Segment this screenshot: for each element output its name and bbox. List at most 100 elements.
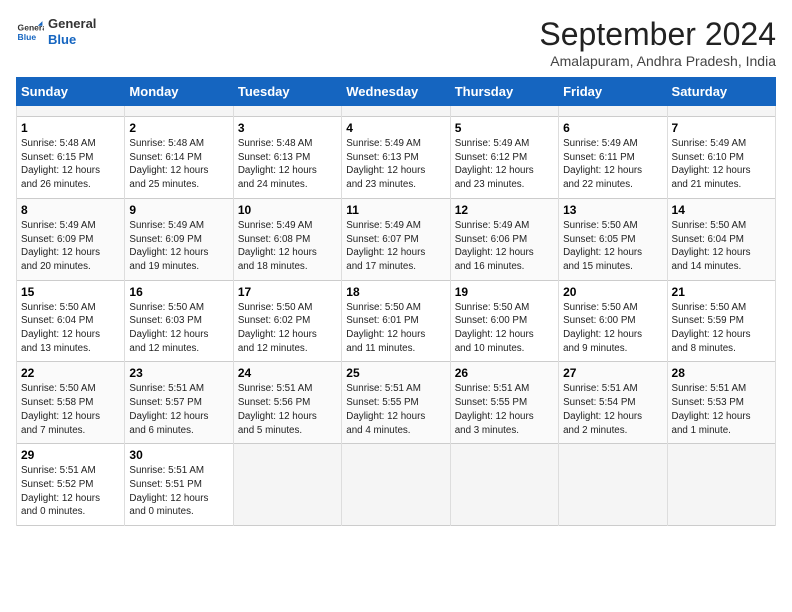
day-detail: Sunrise: 5:49 AM Sunset: 6:08 PM Dayligh… (238, 219, 337, 274)
day-number: 21 (672, 285, 771, 299)
calendar-week-4: 22 Sunrise: 5:50 AM Sunset: 5:58 PM Dayli… (17, 362, 776, 444)
calendar-cell: 14Sunrise: 5:50 AM Sunset: 6:04 PM Dayli… (667, 198, 775, 280)
page-header: General Blue General Blue September 2024… (16, 16, 776, 69)
calendar-subtitle: Amalapuram, Andhra Pradesh, India (539, 53, 776, 69)
day-number: 2 (129, 121, 228, 135)
day-detail: Sunrise: 5:51 AM Sunset: 5:55 PM Dayligh… (455, 382, 554, 437)
calendar-header: SundayMondayTuesdayWednesdayThursdayFrid… (17, 78, 776, 106)
day-detail: Sunrise: 5:50 AM Sunset: 6:02 PM Dayligh… (238, 301, 337, 356)
day-number: 9 (129, 203, 228, 217)
day-detail: Sunrise: 5:50 AM Sunset: 5:58 PM Dayligh… (21, 382, 120, 437)
calendar-cell: 17 Sunrise: 5:50 AM Sunset: 6:02 PM Dayli… (233, 280, 341, 362)
day-number: 22 (21, 366, 120, 380)
day-detail: Sunrise: 5:51 AM Sunset: 5:54 PM Dayligh… (563, 382, 662, 437)
calendar-cell: 29Sunrise: 5:51 AM Sunset: 5:52 PM Dayli… (17, 444, 125, 526)
day-detail: Sunrise: 5:50 AM Sunset: 6:01 PM Dayligh… (346, 301, 445, 356)
day-number: 13 (563, 203, 662, 217)
day-detail: Sunrise: 5:49 AM Sunset: 6:12 PM Dayligh… (455, 137, 554, 192)
col-header-thursday: Thursday (450, 78, 558, 106)
day-detail: Sunrise: 5:50 AM Sunset: 5:59 PM Dayligh… (672, 301, 771, 356)
calendar-cell (667, 444, 775, 526)
title-block: September 2024 Amalapuram, Andhra Prades… (539, 16, 776, 69)
day-detail: Sunrise: 5:51 AM Sunset: 5:53 PM Dayligh… (672, 382, 771, 437)
day-number: 23 (129, 366, 228, 380)
day-detail: Sunrise: 5:50 AM Sunset: 6:05 PM Dayligh… (563, 219, 662, 274)
calendar-cell: 27Sunrise: 5:51 AM Sunset: 5:54 PM Dayli… (559, 362, 667, 444)
day-number: 29 (21, 448, 120, 462)
day-detail: Sunrise: 5:49 AM Sunset: 6:10 PM Dayligh… (672, 137, 771, 192)
day-number: 7 (672, 121, 771, 135)
calendar-cell: 1 Sunrise: 5:48 AM Sunset: 6:15 PM Daylig… (17, 117, 125, 199)
day-detail: Sunrise: 5:49 AM Sunset: 6:13 PM Dayligh… (346, 137, 445, 192)
calendar-cell: 3 Sunrise: 5:48 AM Sunset: 6:13 PM Daylig… (233, 117, 341, 199)
calendar-title: September 2024 (539, 16, 776, 53)
calendar-week-5: 29Sunrise: 5:51 AM Sunset: 5:52 PM Dayli… (17, 444, 776, 526)
day-number: 17 (238, 285, 337, 299)
calendar-cell (125, 106, 233, 117)
col-header-saturday: Saturday (667, 78, 775, 106)
calendar-cell: 24Sunrise: 5:51 AM Sunset: 5:56 PM Dayli… (233, 362, 341, 444)
calendar-cell (342, 106, 450, 117)
day-number: 1 (21, 121, 120, 135)
calendar-cell: 23 Sunrise: 5:51 AM Sunset: 5:57 PM Dayli… (125, 362, 233, 444)
day-detail: Sunrise: 5:48 AM Sunset: 6:14 PM Dayligh… (129, 137, 228, 192)
calendar-cell: 20Sunrise: 5:50 AM Sunset: 6:00 PM Dayli… (559, 280, 667, 362)
calendar-cell (559, 106, 667, 117)
day-number: 28 (672, 366, 771, 380)
day-number: 15 (21, 285, 120, 299)
day-detail: Sunrise: 5:50 AM Sunset: 6:04 PM Dayligh… (672, 219, 771, 274)
logo-icon: General Blue (16, 18, 44, 46)
calendar-cell: 8 Sunrise: 5:49 AM Sunset: 6:09 PM Daylig… (17, 198, 125, 280)
day-detail: Sunrise: 5:49 AM Sunset: 6:09 PM Dayligh… (129, 219, 228, 274)
calendar-cell: 16Sunrise: 5:50 AM Sunset: 6:03 PM Dayli… (125, 280, 233, 362)
svg-text:Blue: Blue (18, 31, 37, 41)
day-detail: Sunrise: 5:48 AM Sunset: 6:15 PM Dayligh… (21, 137, 120, 192)
day-number: 19 (455, 285, 554, 299)
calendar-cell: 25 Sunrise: 5:51 AM Sunset: 5:55 PM Dayli… (342, 362, 450, 444)
calendar-cell: 28 Sunrise: 5:51 AM Sunset: 5:53 PM Dayli… (667, 362, 775, 444)
day-number: 25 (346, 366, 445, 380)
calendar-week-3: 15 Sunrise: 5:50 AM Sunset: 6:04 PM Dayli… (17, 280, 776, 362)
calendar-cell: 26 Sunrise: 5:51 AM Sunset: 5:55 PM Dayli… (450, 362, 558, 444)
calendar-cell: 7 Sunrise: 5:49 AM Sunset: 6:10 PM Daylig… (667, 117, 775, 199)
day-detail: Sunrise: 5:49 AM Sunset: 6:11 PM Dayligh… (563, 137, 662, 192)
calendar-cell (667, 106, 775, 117)
day-detail: Sunrise: 5:48 AM Sunset: 6:13 PM Dayligh… (238, 137, 337, 192)
calendar-cell: 4Sunrise: 5:49 AM Sunset: 6:13 PM Daylig… (342, 117, 450, 199)
calendar-cell: 13 Sunrise: 5:50 AM Sunset: 6:05 PM Dayli… (559, 198, 667, 280)
calendar-table: SundayMondayTuesdayWednesdayThursdayFrid… (16, 77, 776, 526)
calendar-cell (559, 444, 667, 526)
calendar-week-2: 8 Sunrise: 5:49 AM Sunset: 6:09 PM Daylig… (17, 198, 776, 280)
calendar-cell: 21 Sunrise: 5:50 AM Sunset: 5:59 PM Dayli… (667, 280, 775, 362)
logo-line2: Blue (48, 32, 96, 48)
calendar-cell (17, 106, 125, 117)
calendar-cell: 18Sunrise: 5:50 AM Sunset: 6:01 PM Dayli… (342, 280, 450, 362)
calendar-week-0 (17, 106, 776, 117)
calendar-cell (233, 106, 341, 117)
day-number: 26 (455, 366, 554, 380)
day-number: 8 (21, 203, 120, 217)
col-header-friday: Friday (559, 78, 667, 106)
calendar-cell: 30 Sunrise: 5:51 AM Sunset: 5:51 PM Dayli… (125, 444, 233, 526)
day-detail: Sunrise: 5:50 AM Sunset: 6:00 PM Dayligh… (563, 301, 662, 356)
day-detail: Sunrise: 5:49 AM Sunset: 6:09 PM Dayligh… (21, 219, 120, 274)
day-number: 3 (238, 121, 337, 135)
calendar-cell: 9 Sunrise: 5:49 AM Sunset: 6:09 PM Daylig… (125, 198, 233, 280)
logo-text: General Blue (48, 16, 96, 47)
calendar-cell: 12Sunrise: 5:49 AM Sunset: 6:06 PM Dayli… (450, 198, 558, 280)
calendar-cell (342, 444, 450, 526)
day-number: 30 (129, 448, 228, 462)
calendar-cell (233, 444, 341, 526)
calendar-cell (450, 444, 558, 526)
day-detail: Sunrise: 5:51 AM Sunset: 5:55 PM Dayligh… (346, 382, 445, 437)
calendar-cell: 11Sunrise: 5:49 AM Sunset: 6:07 PM Dayli… (342, 198, 450, 280)
day-number: 10 (238, 203, 337, 217)
day-number: 5 (455, 121, 554, 135)
calendar-cell: 22 Sunrise: 5:50 AM Sunset: 5:58 PM Dayli… (17, 362, 125, 444)
day-detail: Sunrise: 5:50 AM Sunset: 6:04 PM Dayligh… (21, 301, 120, 356)
day-detail: Sunrise: 5:51 AM Sunset: 5:57 PM Dayligh… (129, 382, 228, 437)
calendar-cell: 10 Sunrise: 5:49 AM Sunset: 6:08 PM Dayli… (233, 198, 341, 280)
day-detail: Sunrise: 5:51 AM Sunset: 5:51 PM Dayligh… (129, 464, 228, 519)
col-header-wednesday: Wednesday (342, 78, 450, 106)
day-detail: Sunrise: 5:49 AM Sunset: 6:06 PM Dayligh… (455, 219, 554, 274)
